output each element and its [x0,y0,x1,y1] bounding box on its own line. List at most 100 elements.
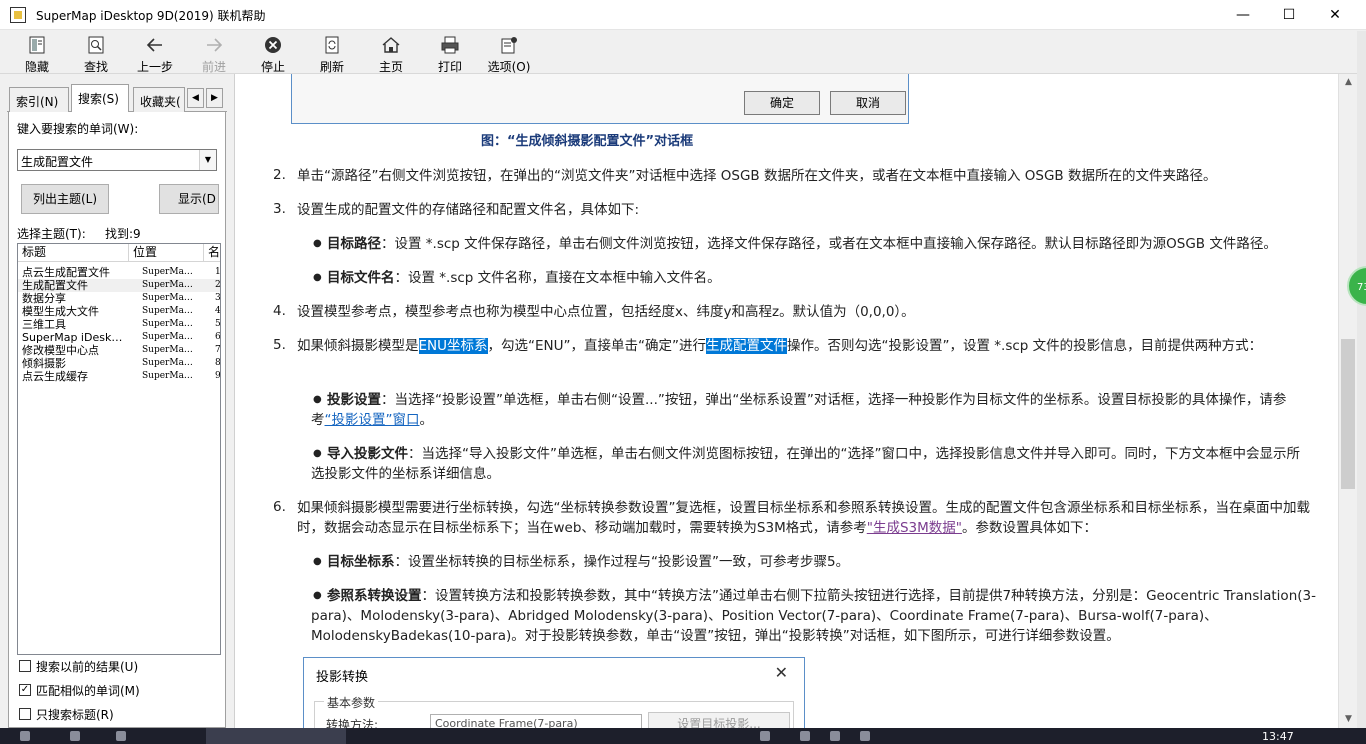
tray-icon[interactable] [860,731,870,741]
content-scrollbar[interactable]: ▲ ▼ [1338,74,1357,728]
list-item[interactable]: 点云生成配置文件 SuperMa… 1 [18,266,220,279]
nav-tabs: 索引(N) 搜索(S) 收藏夹( ◀ ▶ [7,84,227,113]
figure-group-label: 基本参数 [324,694,379,711]
search-previous-label: 搜索以前的结果(U) [36,660,139,674]
taskbar-app-button[interactable] [206,728,346,744]
search-icon[interactable] [70,731,80,741]
navigation-pane: 索引(N) 搜索(S) 收藏夹( ◀ ▶ 键入要搜索的单词(W): 生成配置文件… [7,84,227,728]
pane-splitter[interactable] [227,74,234,728]
list-item[interactable]: 点云生成缓存 SuperMa… 9 [18,370,220,383]
tray-icon[interactable] [800,731,810,741]
figure-method-select: Coordinate Frame(7-para) [430,714,642,728]
printer-icon [441,36,459,54]
app-icon [10,7,26,23]
step-6-text: 如果倾斜摄影模型需要进行坐标转换，勾选“坐标转换参数设置”复选框，设置目标坐标系… [297,500,1310,536]
col-rank[interactable]: 名 [204,244,220,262]
chevron-down-icon[interactable]: ▼ [199,150,216,170]
bullet-target-filename: 目标文件名：设置 *.scp 文件名称，直接在文本框中输入文件名。 [327,270,721,286]
help-window: SuperMap iDesktop 9D(2019) 联机帮助 — ☐ ✕ 隐藏… [0,0,1366,728]
tab-search[interactable]: 搜索(S) [71,84,129,113]
bullet-datum-transform: 参照系转换设置：设置转换方法和投影转换参数，其中“转换方法”通过单击右侧下拉箭头… [311,588,1316,644]
figure-caption: 图：“生成倾斜摄影配置文件”对话框 [481,134,694,149]
scroll-up-icon[interactable]: ▲ [1339,74,1358,91]
task-view-icon[interactable] [116,731,126,741]
item-number: 5. [273,337,286,353]
titles-only-checkbox[interactable] [19,708,31,720]
bullet-target-path: 目标路径：设置 *.scp 文件保存路径，单击右侧文件浏览按钮，选择文件保存路径… [327,236,1277,252]
figure-method-label: 转换方法: [326,718,379,728]
search-previous-checkbox[interactable] [19,660,31,672]
search-input[interactable]: 生成配置文件 ▼ [17,149,217,171]
options-button[interactable]: 选项(O) [480,33,538,74]
content-pane: 确定 取消 图：“生成倾斜摄影配置文件”对话框 2. 单击“源路径”右侧文件浏览… [234,74,1338,728]
scroll-down-icon[interactable]: ▼ [1339,711,1358,728]
step-5-text: 如果倾斜摄影模型是ENU坐标系，勾选“ENU”，直接单击“确定”进行生成配置文件… [297,338,1263,354]
select-topic-label: 选择主题(T): [17,227,86,241]
home-icon [382,37,400,53]
search-prompt: 键入要搜索的单词(W): [17,122,139,136]
list-item[interactable]: 模型生成大文件 SuperMa… 4 [18,305,220,318]
list-item[interactable]: 数据分享 SuperMa… 3 [18,292,220,305]
list-item[interactable]: 修改模型中心点 SuperMa… 7 [18,344,220,357]
maximize-button[interactable]: ☐ [1266,0,1312,30]
bullet-icon: ● [313,556,322,567]
find-button[interactable]: 查找 [67,33,125,74]
find-label: 查找 [83,60,108,74]
close-icon: ✕ [774,663,788,682]
stop-icon [265,37,281,53]
item-number: 4. [273,303,286,319]
minimize-button[interactable]: — [1220,0,1266,30]
hide-label: 隐藏 [24,60,49,74]
bullet-projection-settings: 投影设置：当选择“投影设置”单选框，单击右侧“设置...”按钮，弹出“坐标系设置… [311,392,1287,428]
list-item[interactable]: 三维工具 SuperMa… 5 [18,318,220,331]
start-icon[interactable] [20,731,30,741]
forward-button[interactable]: 前进 [185,33,243,74]
step-3-text: 设置生成的配置文件的存储路径和配置文件名，具体如下: [297,202,640,218]
titles-only-label: 只搜索标题(R) [36,708,114,722]
bullet-icon: ● [313,272,322,283]
figure-ok-button: 确定 [744,91,820,115]
stop-button[interactable]: 停止 [244,33,302,74]
tab-scroll-left-icon[interactable]: ◀ [187,88,204,108]
tab-scroll-right-icon[interactable]: ▶ [206,88,223,108]
forward-arrow-icon [207,38,223,52]
bullet-icon: ● [313,238,322,249]
figure-cancel-button: 取消 [830,91,906,115]
col-location[interactable]: 位置 [129,244,204,262]
list-item[interactable]: 倾斜摄影 SuperMa… 8 [18,357,220,370]
forward-label: 前进 [201,60,226,74]
generate-s3m-link[interactable]: "生成S3M数据" [867,520,962,536]
list-item[interactable]: SuperMap iDesk… SuperMa… 6 [18,331,220,344]
print-label: 打印 [437,60,462,74]
scrollbar-thumb[interactable] [1341,339,1355,489]
figure-set-target-button: 设置目标投影... [648,712,790,728]
list-topics-button[interactable]: 列出主题(L) [21,184,109,214]
refresh-label: 刷新 [319,60,344,74]
display-button[interactable]: 显示(D [159,184,219,214]
tray-icon[interactable] [760,731,770,741]
toolbar: 隐藏 查找 上一步 前进 停止 刷新 主页 打印 选项(O) [0,31,1366,74]
tab-index[interactable]: 索引(N) [9,87,69,112]
print-button[interactable]: 打印 [421,33,479,74]
item-number: 3. [273,201,286,217]
back-arrow-icon [146,38,162,52]
item-number: 6. [273,499,286,515]
match-similar-label: 匹配相似的单词(M) [36,684,140,698]
stop-label: 停止 [260,60,285,74]
refresh-button[interactable]: 刷新 [303,33,361,74]
home-button[interactable]: 主页 [362,33,420,74]
close-button[interactable]: ✕ [1312,0,1358,30]
tray-icon[interactable] [830,731,840,741]
back-button[interactable]: 上一步 [126,33,184,74]
bullet-target-crs: 目标坐标系：设置坐标转换的目标坐标系，操作过程与“投影设置”一致，可参考步骤5。 [327,554,850,570]
back-label: 上一步 [136,60,173,74]
options-icon [501,37,517,54]
list-item-selected[interactable]: 生成配置文件 SuperMa… 2 [18,279,220,292]
match-similar-checkbox[interactable]: ✓ [19,684,31,696]
home-label: 主页 [378,60,403,74]
hide-button[interactable]: 隐藏 [8,33,66,74]
clock: 13:47 [1262,730,1294,743]
tab-favorites[interactable]: 收藏夹( [133,87,185,112]
projection-settings-link[interactable]: “投影设置”窗口 [325,412,420,428]
col-title[interactable]: 标题 [18,244,129,262]
